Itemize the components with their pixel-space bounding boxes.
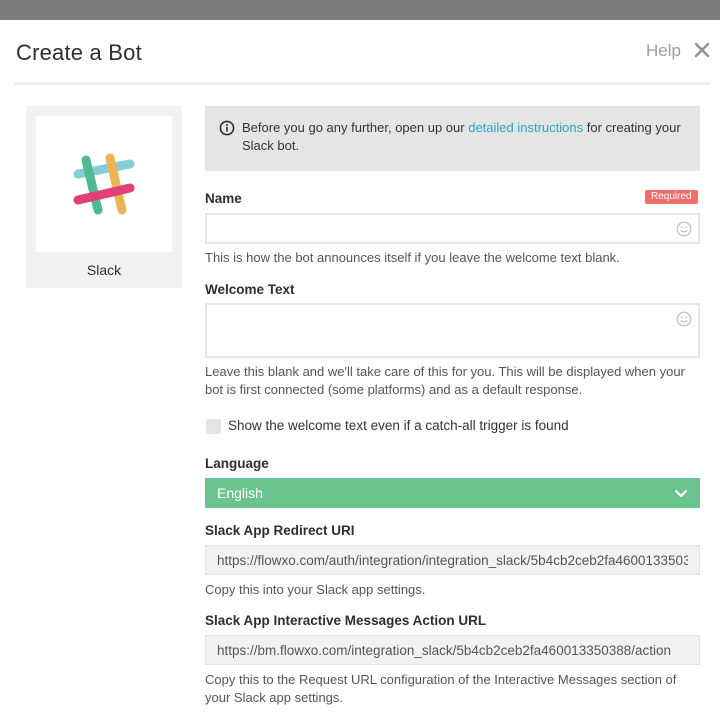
header-divider <box>14 82 710 85</box>
integration-card-label: Slack <box>86 262 122 278</box>
action-url-field[interactable] <box>205 635 700 665</box>
integration-card-image <box>36 116 172 252</box>
create-bot-modal: Create a Bot Help Slack Before you go an… <box>0 20 720 720</box>
redirect-uri-help: Copy this into your Slack app settings. <box>205 582 426 597</box>
welcome-text-help: Leave this blank and we'll take care of … <box>205 364 685 397</box>
detailed-instructions-link[interactable]: detailed instructions <box>468 120 583 135</box>
close-icon[interactable] <box>692 40 712 60</box>
emoji-icon[interactable] <box>676 311 692 327</box>
action-url-help: Copy this to the Request URL configurati… <box>205 672 677 705</box>
info-icon <box>219 120 235 136</box>
required-badge: Required <box>645 190 698 204</box>
name-help-text: This is how the bot announces itself if … <box>205 250 620 265</box>
language-select-value: English <box>217 485 263 501</box>
modal-header: Create a Bot Help <box>0 20 720 85</box>
modal-title: Create a Bot <box>16 40 142 65</box>
name-input[interactable] <box>205 213 700 244</box>
integration-card-slack[interactable]: Slack <box>26 106 182 288</box>
name-label: Name <box>205 191 242 206</box>
help-link[interactable]: Help <box>646 41 681 61</box>
info-banner: Before you go any further, open up our d… <box>205 106 700 171</box>
action-url-input[interactable] <box>206 636 699 664</box>
redirect-uri-input[interactable] <box>206 546 699 574</box>
info-banner-text: Before you go any further, open up our d… <box>242 119 682 155</box>
show-welcome-checkbox-label[interactable]: Show the welcome text even if a catch-al… <box>228 418 569 433</box>
redirect-uri-field[interactable] <box>205 545 700 575</box>
show-welcome-checkbox[interactable] <box>206 419 221 434</box>
chevron-down-icon <box>674 487 688 499</box>
welcome-text-label: Welcome Text <box>205 282 295 297</box>
slack-logo <box>72 152 136 216</box>
info-text-before: Before you go any further, open up our <box>242 120 469 135</box>
welcome-text-input[interactable] <box>205 303 700 358</box>
language-label: Language <box>205 456 269 471</box>
language-select[interactable]: English <box>205 478 700 508</box>
emoji-icon[interactable] <box>676 221 692 237</box>
redirect-uri-label: Slack App Redirect URI <box>205 523 355 538</box>
action-url-label: Slack App Interactive Messages Action UR… <box>205 613 487 628</box>
backdrop-strip <box>0 0 720 20</box>
